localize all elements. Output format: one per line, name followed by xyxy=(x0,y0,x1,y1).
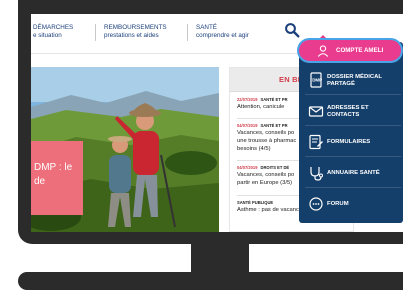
nav-item-remboursements[interactable]: REMBOURSEMENTS prestations et aides xyxy=(104,24,167,39)
nav-divider xyxy=(187,24,188,41)
dmp-icon: DMP xyxy=(310,72,322,88)
menu-item-formulaires[interactable]: FORMULAIRES xyxy=(305,127,401,157)
envelope-icon xyxy=(308,106,324,117)
form-icon xyxy=(309,134,323,150)
svg-text:DMP: DMP xyxy=(312,78,322,83)
chat-icon xyxy=(309,197,323,211)
nav-item-title: SANTÉ xyxy=(196,24,217,31)
nav-item-sante[interactable]: SANTÉ comprendre et agir xyxy=(196,24,249,39)
news-category: SANTÉ PUBLIQUE xyxy=(237,200,274,205)
monitor-stand-neck xyxy=(191,244,249,274)
nav-item-demarches[interactable]: DÉMARCHES e situation xyxy=(33,24,73,39)
news-date: 22/07/2019 xyxy=(237,97,258,102)
news-category: SANTÉ ET PR xyxy=(260,123,288,128)
menu-item-label: ANNUAIRE SANTÉ xyxy=(327,170,380,176)
menu-item-dossier-medical[interactable]: DMP DOSSIER MÉDICAL PARTAGÉ xyxy=(305,65,401,95)
nav-item-title: REMBOURSEMENTS xyxy=(104,24,167,31)
monitor-illustration: DÉMARCHES e situation REMBOURSEMENTS pre… xyxy=(0,0,403,291)
compte-ameli-label: COMPTE AMELI xyxy=(336,47,384,54)
hero-title: DMP : le de xyxy=(34,162,73,187)
user-icon xyxy=(317,45,329,57)
news-category: SANTÉ ET PR xyxy=(260,97,288,102)
news-date: 04/07/2019 xyxy=(237,123,258,128)
nav-item-subtitle: e situation xyxy=(33,31,62,39)
news-date: 04/07/2019 xyxy=(237,165,258,170)
stethoscope-icon xyxy=(310,167,323,181)
news-category: DROITS ET DÉ xyxy=(260,165,290,170)
screen: DÉMARCHES e situation REMBOURSEMENTS pre… xyxy=(31,14,403,232)
account-dropdown: DMP DOSSIER MÉDICAL PARTAGÉ ADRESSES ET … xyxy=(299,42,403,223)
search-icon[interactable] xyxy=(284,22,300,38)
menu-item-forum[interactable]: FORUM xyxy=(305,189,401,219)
nav-item-subtitle: comprendre et agir xyxy=(196,31,249,39)
nav-divider xyxy=(95,24,96,41)
menu-item-adresses[interactable]: ADRESSES ET CONTACTS xyxy=(305,96,401,126)
menu-item-label: FORUM xyxy=(327,201,349,207)
menu-item-annuaire[interactable]: ANNUAIRE SANTÉ xyxy=(305,158,401,188)
menu-item-label: FORMULAIRES xyxy=(327,139,371,145)
menu-item-label: DOSSIER MÉDICAL PARTAGÉ xyxy=(327,74,382,87)
nav-item-title: DÉMARCHES xyxy=(33,24,74,31)
nav-item-subtitle: prestations et aides xyxy=(104,31,159,39)
menu-item-label: ADRESSES ET CONTACTS xyxy=(327,105,369,118)
monitor-stand-base xyxy=(18,272,403,290)
compte-ameli-button[interactable]: COMPTE AMELI xyxy=(297,38,403,63)
